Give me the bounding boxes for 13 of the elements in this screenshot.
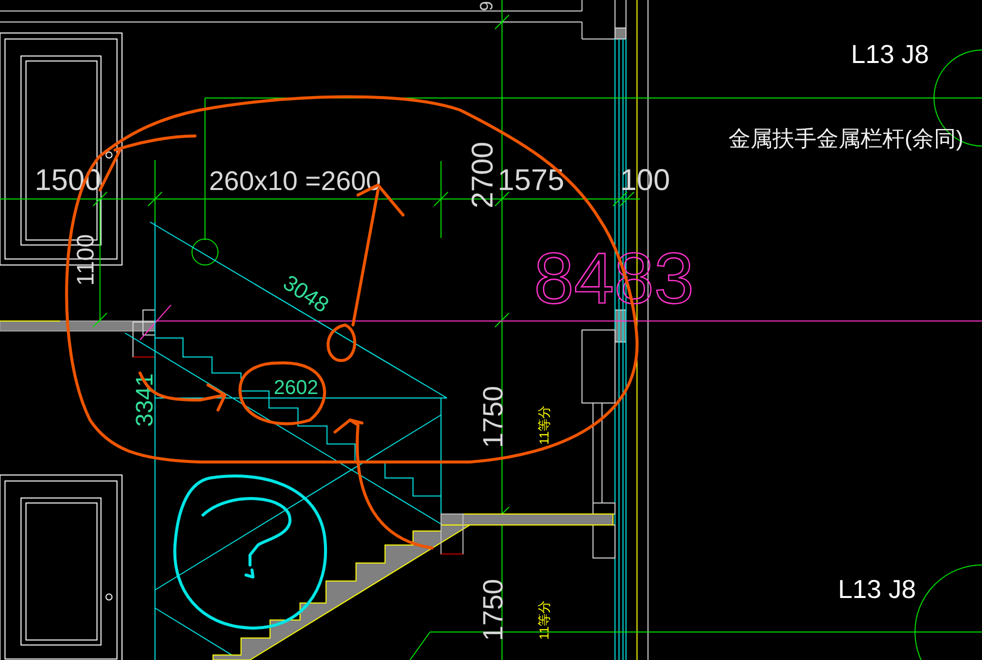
- detail-reference-label: L13 J8: [850, 39, 930, 69]
- dimension-label: 1750: [478, 386, 508, 448]
- dimension-label: 1750: [478, 578, 508, 642]
- grid-label: 6: [476, 1, 496, 11]
- slope-length-label: 3048: [278, 270, 334, 318]
- dimension-label: 260x10 =2600: [209, 166, 381, 196]
- detail-reference-label: L13 J8: [838, 574, 916, 604]
- dimension-label: 2700: [466, 142, 500, 208]
- slope-length-label: 2602: [274, 377, 318, 399]
- slope-length-label: 3341: [132, 373, 158, 427]
- stair-division-note: 11等分: [536, 405, 552, 445]
- dimension-label: 1100: [72, 234, 100, 286]
- stair-division-note: 11等分: [536, 600, 552, 640]
